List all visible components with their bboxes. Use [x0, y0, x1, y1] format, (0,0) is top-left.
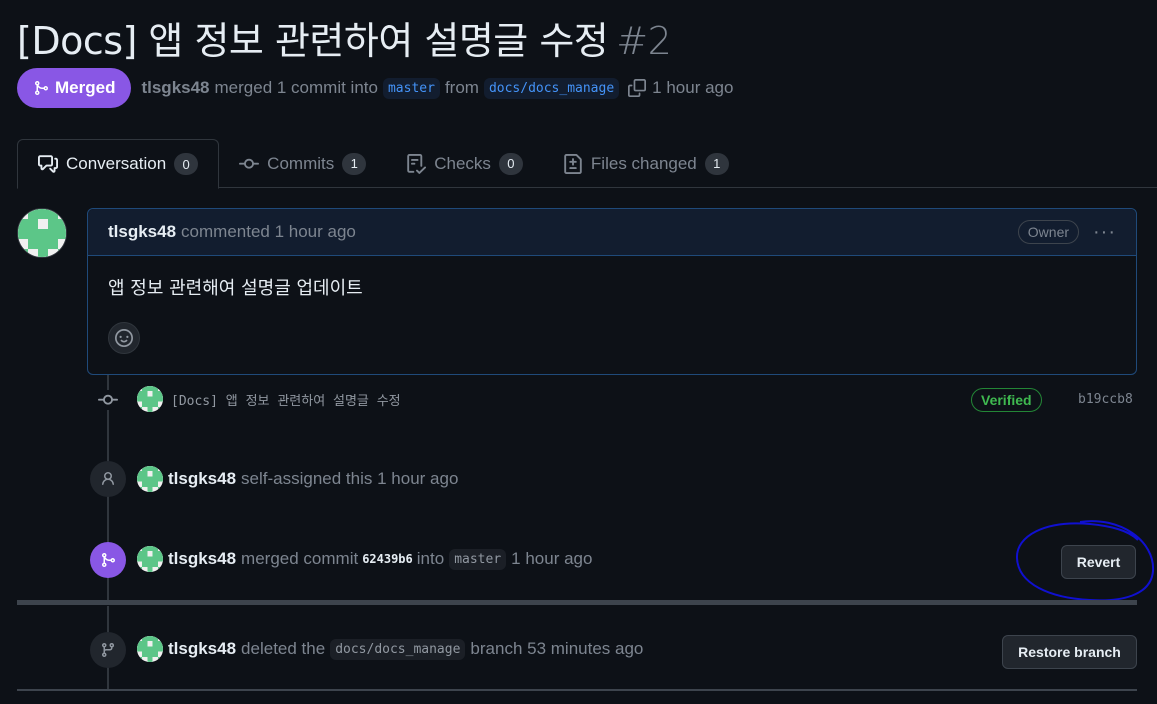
timeline-divider: [17, 689, 1137, 691]
tab-commits-label: Commits: [267, 153, 335, 173]
tab-files-changed-label: Files changed: [590, 153, 697, 173]
base-branch-link[interactable]: master: [382, 77, 440, 99]
deleted-author-link[interactable]: tlsgks48: [168, 639, 236, 659]
merged-time: 1 hour ago: [511, 549, 593, 568]
comment-action: commented 1 hour ago: [181, 222, 356, 241]
pr-title-row: [Docs] 앱 정보 관련하여 설명글 수정 #2: [17, 10, 672, 65]
avatar[interactable]: [137, 636, 163, 662]
person-icon: [90, 461, 126, 497]
tab-commits-count: 1: [342, 152, 367, 175]
checklist-icon: [407, 153, 427, 174]
merged-event: tlsgks48 merged commit 62439b6 into mast…: [137, 546, 592, 572]
commit-message-link[interactable]: [Docs] 앱 정보 관련하여 설명글 수정: [171, 390, 401, 409]
merged-state-label: Merged: [55, 78, 116, 97]
assigned-author-link[interactable]: tlsgks48: [168, 469, 236, 489]
merge-commit-link[interactable]: 62439b6: [362, 552, 413, 566]
tab-conversation-count: 0: [174, 153, 199, 175]
file-diff-icon: [564, 153, 582, 174]
comment-box: tlsgks48 commented 1 hour ago Owner ··· …: [87, 208, 1137, 375]
merge-icon: [90, 542, 126, 578]
commit-icon: [239, 158, 260, 169]
kebab-menu-icon[interactable]: ···: [1093, 222, 1116, 242]
merge-text: merged 1 commit into: [214, 78, 378, 97]
tab-commits[interactable]: Commits 1: [219, 139, 386, 188]
avatar[interactable]: [137, 386, 163, 412]
avatar[interactable]: [137, 466, 163, 492]
deleted-text: deleted the: [241, 639, 326, 658]
tab-checks-label: Checks: [434, 153, 491, 173]
copy-icon[interactable]: [628, 79, 647, 97]
pr-meta: Merged tlsgks48 merged 1 commit into mas…: [17, 68, 733, 108]
merged-branch-link[interactable]: master: [449, 548, 507, 570]
owner-badge: Owner: [1017, 220, 1080, 244]
commit-row: [Docs] 앱 정보 관련하여 설명글 수정: [137, 386, 401, 412]
tab-files-changed-count: 1: [704, 152, 729, 175]
conversation-icon: [38, 155, 58, 173]
avatar[interactable]: [137, 546, 163, 572]
comment-author-link[interactable]: tlsgks48: [108, 222, 176, 242]
assigned-event: tlsgks48 self-assigned this 1 hour ago: [137, 466, 458, 492]
tab-conversation[interactable]: Conversation 0: [17, 139, 220, 189]
merged-text: merged commit: [241, 549, 359, 568]
restore-branch-button[interactable]: Restore branch: [1002, 635, 1137, 669]
verified-badge[interactable]: Verified: [971, 388, 1042, 412]
head-branch-link[interactable]: docs/docs_manage: [483, 77, 620, 99]
merged-state-badge: Merged: [17, 68, 132, 108]
into-text: into: [416, 549, 445, 568]
merge-icon: [35, 81, 49, 95]
commit-icon: [96, 390, 120, 410]
pr-time: 1 hour ago: [652, 78, 734, 97]
pr-author-link[interactable]: tlsgks48: [141, 78, 209, 98]
pr-number: #2: [616, 19, 672, 63]
comment-header: tlsgks48 commented 1 hour ago Owner ···: [88, 209, 1136, 256]
avatar[interactable]: [17, 208, 67, 258]
pr-tabs: Conversation 0 Commits 1 Checks 0 Files …: [17, 139, 1157, 189]
add-reaction-button[interactable]: [108, 322, 140, 354]
from-text: from: [444, 78, 479, 97]
pr-title: [Docs] 앱 정보 관련하여 설명글 수정: [17, 19, 609, 63]
deleted-branch-name: docs/docs_manage: [330, 638, 466, 660]
timeline-divider: [17, 600, 1137, 605]
annotation-circle: [1015, 520, 1155, 602]
comment-body: 앱 정보 관련해여 설명글 업데이트: [108, 278, 363, 299]
tab-checks[interactable]: Checks 0: [386, 139, 543, 188]
assigned-text: self-assigned this 1 hour ago: [241, 469, 459, 488]
tab-conversation-label: Conversation: [66, 154, 167, 173]
merged-author-link[interactable]: tlsgks48: [168, 549, 236, 569]
deleted-branch-event: tlsgks48 deleted the docs/docs_manage br…: [137, 636, 643, 662]
tab-files-changed[interactable]: Files changed 1: [543, 139, 749, 188]
smiley-icon: [115, 329, 133, 347]
tab-checks-count: 0: [498, 152, 523, 175]
deleted-time-text: branch 53 minutes ago: [470, 639, 644, 658]
commit-sha-link[interactable]: b19ccb8: [1078, 392, 1133, 407]
git-branch-icon: [90, 632, 126, 668]
